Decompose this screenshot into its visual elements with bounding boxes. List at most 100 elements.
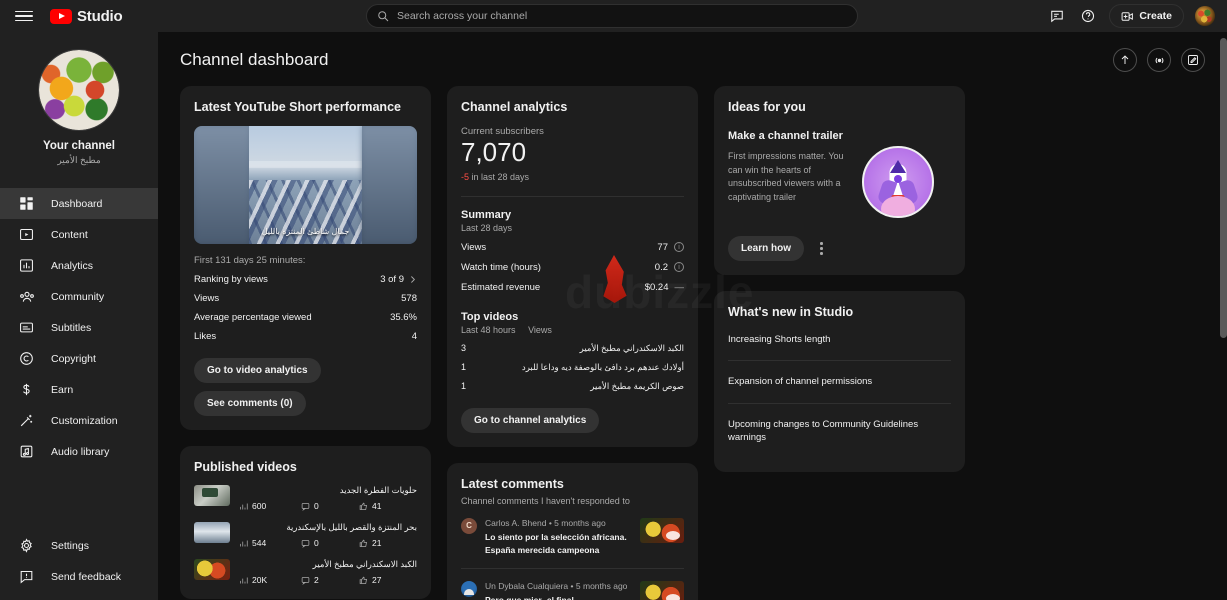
- sidebar-item-content[interactable]: Content: [0, 219, 158, 250]
- search-box[interactable]: [366, 4, 858, 28]
- earn-icon: [18, 381, 35, 398]
- short-stat-label: Ranking by views: [194, 274, 268, 285]
- sidebar-label-analytics: Analytics: [51, 259, 94, 272]
- column-middle: Channel analytics Current subscribers 7,…: [447, 86, 698, 600]
- learn-how-button[interactable]: Learn how: [728, 236, 805, 261]
- account-avatar[interactable]: [1195, 6, 1215, 26]
- latest-short-performance-card: Latest YouTube Short performance جمال شا…: [180, 86, 431, 430]
- likes-value: 41: [372, 501, 382, 511]
- comment-icon: [301, 576, 310, 585]
- studio-logo[interactable]: Studio: [50, 7, 123, 25]
- comment-row[interactable]: Un Dybala Cualquiera • 5 months ago Pero…: [461, 581, 684, 600]
- published-video-row[interactable]: بحر المنتزة والقصر بالليل بالإسكندرية 54…: [194, 522, 417, 548]
- short-stat-label: Views: [194, 293, 220, 304]
- video-thumbnail: [194, 485, 230, 506]
- see-comments-button[interactable]: See comments (0): [194, 391, 306, 416]
- news-item[interactable]: Expansion of channel permissions: [728, 361, 951, 402]
- published-videos-card: Published videos حلويات الفطرة الجديد 60…: [180, 446, 431, 599]
- help-icon[interactable]: [1078, 6, 1098, 26]
- search-input[interactable]: [397, 10, 847, 22]
- analytics-row-number: $0.24: [644, 281, 669, 293]
- top-videos-title: Top videos: [461, 310, 519, 323]
- sidebar-item-earn[interactable]: Earn: [0, 374, 158, 405]
- kebab-menu-icon[interactable]: [816, 238, 827, 259]
- dash-icon: —: [674, 281, 685, 293]
- comment-row[interactable]: C Carlos A. Bhend • 5 months ago Lo sien…: [461, 517, 684, 557]
- analytics-row-number: 77: [657, 241, 668, 253]
- sidebar-item-customization[interactable]: Customization: [0, 405, 158, 436]
- rocket-window: [894, 175, 902, 183]
- scrollbar-thumb[interactable]: [1220, 38, 1227, 338]
- comment-video-thumbnail[interactable]: [640, 517, 684, 543]
- delta-value: -5: [461, 171, 470, 182]
- send-feedback-icon: [18, 568, 35, 585]
- sidebar-item-community[interactable]: Community: [0, 281, 158, 312]
- comments-value: 0: [314, 538, 319, 548]
- page-header: Channel dashboard: [180, 48, 1205, 72]
- hamburger-icon[interactable]: [12, 4, 36, 28]
- go-live-icon[interactable]: [1147, 48, 1171, 72]
- sidebar-item-subtitles[interactable]: Subtitles: [0, 312, 158, 343]
- analytics-divider: [461, 195, 684, 197]
- published-video-row[interactable]: الكبد الاسكندراني مطبخ الأمير 20K 2 27: [194, 559, 417, 585]
- dashboard-icon: [18, 195, 35, 212]
- info-icon[interactable]: i: [674, 242, 684, 253]
- analytics-row: Estimated revenue $0.24 —: [461, 273, 684, 293]
- views-value: 544: [252, 538, 267, 548]
- top-video-title: صوص الكريمة مطبخ الأمير: [590, 380, 684, 391]
- rocket-icon: [862, 146, 934, 218]
- likes-stat: 41: [359, 501, 381, 511]
- go-to-video-analytics-button[interactable]: Go to video analytics: [194, 358, 321, 383]
- views-stat: 600: [239, 501, 301, 511]
- brand-label: Studio: [77, 7, 123, 25]
- sidebar-label-community: Community: [51, 290, 105, 303]
- short-stat-value: 3 of 9: [380, 274, 417, 285]
- top-video-row[interactable]: الكبد الاسكندراني مطبخ الأمير 3: [461, 335, 684, 354]
- create-post-icon[interactable]: [1181, 48, 1205, 72]
- comment-body: Carlos A. Bhend • 5 months ago Lo siento…: [485, 518, 632, 557]
- feedback-icon[interactable]: [1047, 6, 1067, 26]
- news-item[interactable]: Increasing Shorts length: [728, 319, 951, 360]
- comment-meta: Carlos A. Bhend • 5 months ago: [485, 518, 632, 528]
- analytics-row: Watch time (hours) 0.2 i: [461, 253, 684, 273]
- top-video-title: الكبد الاسكندراني مطبخ الأمير: [579, 342, 684, 353]
- sidebar-item-copyright[interactable]: Copyright: [0, 343, 158, 374]
- latest-comments-subtitle: Channel comments I haven't responded to: [461, 495, 630, 506]
- sidebar-item-settings[interactable]: Settings: [0, 530, 158, 561]
- sidebar-item-dashboard[interactable]: Dashboard: [0, 188, 158, 219]
- short-first-line: First 131 days 25 minutes:: [194, 255, 306, 266]
- dashboard-grid: Latest YouTube Short performance جمال شا…: [180, 86, 1205, 600]
- published-video-row[interactable]: حلويات الفطرة الجديد 600 0 41: [194, 485, 417, 511]
- views-value: 20K: [252, 575, 268, 585]
- page-scrollbar[interactable]: [1220, 32, 1227, 600]
- likes-stat: 27: [359, 575, 381, 585]
- go-to-channel-analytics-button[interactable]: Go to channel analytics: [461, 407, 600, 433]
- short-stat-label: Average percentage viewed: [194, 312, 312, 323]
- comment-meta: Un Dybala Cualquiera • 5 months ago: [485, 581, 632, 591]
- upload-icon[interactable]: [1113, 48, 1137, 72]
- comment-text: Lo siento por la selección africana. Esp…: [485, 531, 627, 555]
- channel-block[interactable]: Your channel مطبخ الأمير: [0, 32, 158, 178]
- sidebar-item-send-feedback[interactable]: Send feedback: [0, 561, 158, 592]
- top-video-row[interactable]: أولادك عندهم برد دافئ بالوصفة ديه وداعا …: [461, 354, 684, 373]
- channel-analytics-card: Channel analytics Current subscribers 7,…: [447, 86, 698, 447]
- bar-chart-icon: [240, 577, 248, 583]
- sidebar-item-analytics[interactable]: Analytics: [0, 250, 158, 281]
- video-title: بحر المنتزة والقصر بالليل بالإسكندرية: [286, 522, 417, 532]
- short-stat-row: Likes 4: [194, 323, 417, 342]
- short-stat-row[interactable]: Ranking by views 3 of 9: [194, 266, 417, 285]
- comment-video-thumbnail[interactable]: [640, 581, 684, 600]
- summary-subtitle: Last 28 days: [461, 222, 513, 233]
- ideas-card-title: Ideas for you: [728, 100, 806, 114]
- short-card-title: Latest YouTube Short performance: [194, 100, 401, 114]
- sidebar-item-audio-library[interactable]: Audio library: [0, 436, 158, 467]
- info-icon[interactable]: i: [674, 262, 684, 273]
- subscriber-count: 7,070: [461, 137, 527, 167]
- comment-avatar: [461, 581, 477, 598]
- short-video-thumbnail[interactable]: جمال شاطئ المنتزة بالليل: [194, 126, 417, 244]
- top-video-row[interactable]: صوص الكريمة مطبخ الأمير 1: [461, 373, 684, 392]
- news-item[interactable]: Upcoming changes to Community Guidelines…: [728, 404, 951, 459]
- short-card-buttons: Go to video analytics See comments (0): [194, 358, 417, 416]
- create-button[interactable]: Create: [1109, 4, 1184, 28]
- idea-body: First impressions matter. You can win th…: [728, 146, 951, 218]
